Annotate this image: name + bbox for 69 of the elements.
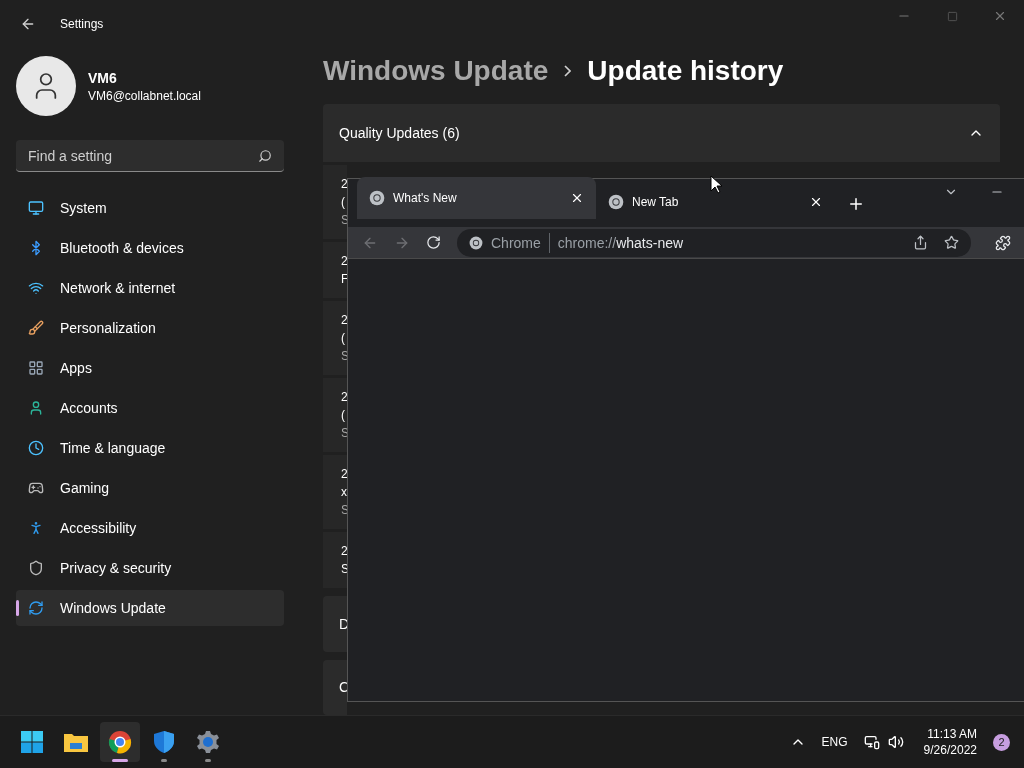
- nav-item[interactable]: Network & internet: [16, 270, 284, 306]
- clock-icon: [28, 440, 44, 456]
- address-bar[interactable]: Chrome chrome://whats-new: [457, 228, 971, 257]
- update-text: (: [341, 194, 345, 212]
- url-text: chrome://whats-new: [557, 233, 685, 253]
- volume-icon[interactable]: [887, 734, 904, 750]
- chrome-logo-icon: [369, 190, 385, 206]
- update-text: 2: [341, 389, 348, 407]
- update-text: 2: [341, 176, 348, 194]
- accessibility-icon: [28, 520, 44, 536]
- close-tab-icon[interactable]: [809, 195, 823, 209]
- language-indicator[interactable]: ENG: [821, 734, 848, 750]
- section-header[interactable]: Quality Updates (6): [323, 103, 1000, 163]
- search-placeholder: Find a setting: [28, 146, 114, 166]
- window-title: Settings: [60, 16, 104, 32]
- browser-tab[interactable]: What's New: [357, 177, 596, 219]
- breadcrumb-item: Update history: [587, 53, 784, 88]
- gear-icon: [196, 730, 220, 754]
- brush-icon: [28, 320, 44, 336]
- taskbar-app-button[interactable]: [100, 722, 140, 762]
- mouse-cursor-icon: [710, 175, 722, 194]
- wifi-icon: [28, 280, 44, 296]
- user-name: VM6: [88, 69, 118, 88]
- nav-item[interactable]: Windows Update: [16, 590, 284, 626]
- update-text: 2: [341, 543, 348, 561]
- sync-icon: [28, 600, 44, 616]
- search-field[interactable]: Find a setting: [16, 140, 284, 172]
- clock[interactable]: 11:13 AM 9/26/2022: [923, 726, 977, 758]
- folder-icon: [63, 731, 89, 753]
- search-icon: [258, 148, 272, 163]
- nav-item[interactable]: Gaming: [16, 470, 284, 506]
- notification-badge[interactable]: 2: [993, 733, 1010, 751]
- update-text: 2: [341, 466, 348, 484]
- close-tab-icon[interactable]: [570, 191, 584, 205]
- star-icon[interactable]: [944, 235, 959, 250]
- monitor-icon: [28, 200, 44, 216]
- update-text: 2: [341, 253, 348, 271]
- network-icon[interactable]: [863, 734, 880, 750]
- reload-icon[interactable]: [426, 235, 441, 250]
- nav-item[interactable]: Bluetooth & devices: [16, 230, 284, 266]
- site-label: Chrome: [491, 232, 550, 253]
- share-icon[interactable]: [913, 235, 928, 250]
- update-text: (: [341, 330, 345, 348]
- shield-icon: [153, 730, 175, 754]
- update-text: x: [341, 484, 347, 502]
- chrome-logo-icon: [608, 194, 624, 210]
- breadcrumb-item[interactable]: Windows Update: [323, 49, 549, 92]
- chrome-logo-icon: [469, 235, 483, 250]
- windows-logo-icon: [20, 730, 44, 754]
- new-tab-icon[interactable]: [847, 195, 865, 213]
- apps-grid-icon: [28, 360, 44, 376]
- nav-item[interactable]: Personalization: [16, 310, 284, 346]
- user-email: VM6@collabnet.local: [88, 88, 201, 104]
- nav-item[interactable]: Accounts: [16, 390, 284, 426]
- shield-icon: [28, 560, 44, 576]
- update-text: (: [341, 407, 345, 425]
- browser-tab[interactable]: New Tab: [596, 185, 835, 219]
- chevron-right-icon: [564, 64, 572, 77]
- nav-item[interactable]: System: [16, 190, 284, 226]
- update-text: 2: [341, 312, 348, 330]
- nav-item[interactable]: Time & language: [16, 430, 284, 466]
- nav-item[interactable]: Apps: [16, 350, 284, 386]
- nav-item[interactable]: Accessibility: [16, 510, 284, 546]
- person-icon: [28, 400, 44, 416]
- chrome-icon: [108, 730, 132, 754]
- extensions-icon[interactable]: [995, 234, 1011, 251]
- gamepad-icon: [28, 480, 44, 496]
- close-icon[interactable]: [993, 9, 1007, 23]
- nav-item[interactable]: Privacy & security: [16, 550, 284, 586]
